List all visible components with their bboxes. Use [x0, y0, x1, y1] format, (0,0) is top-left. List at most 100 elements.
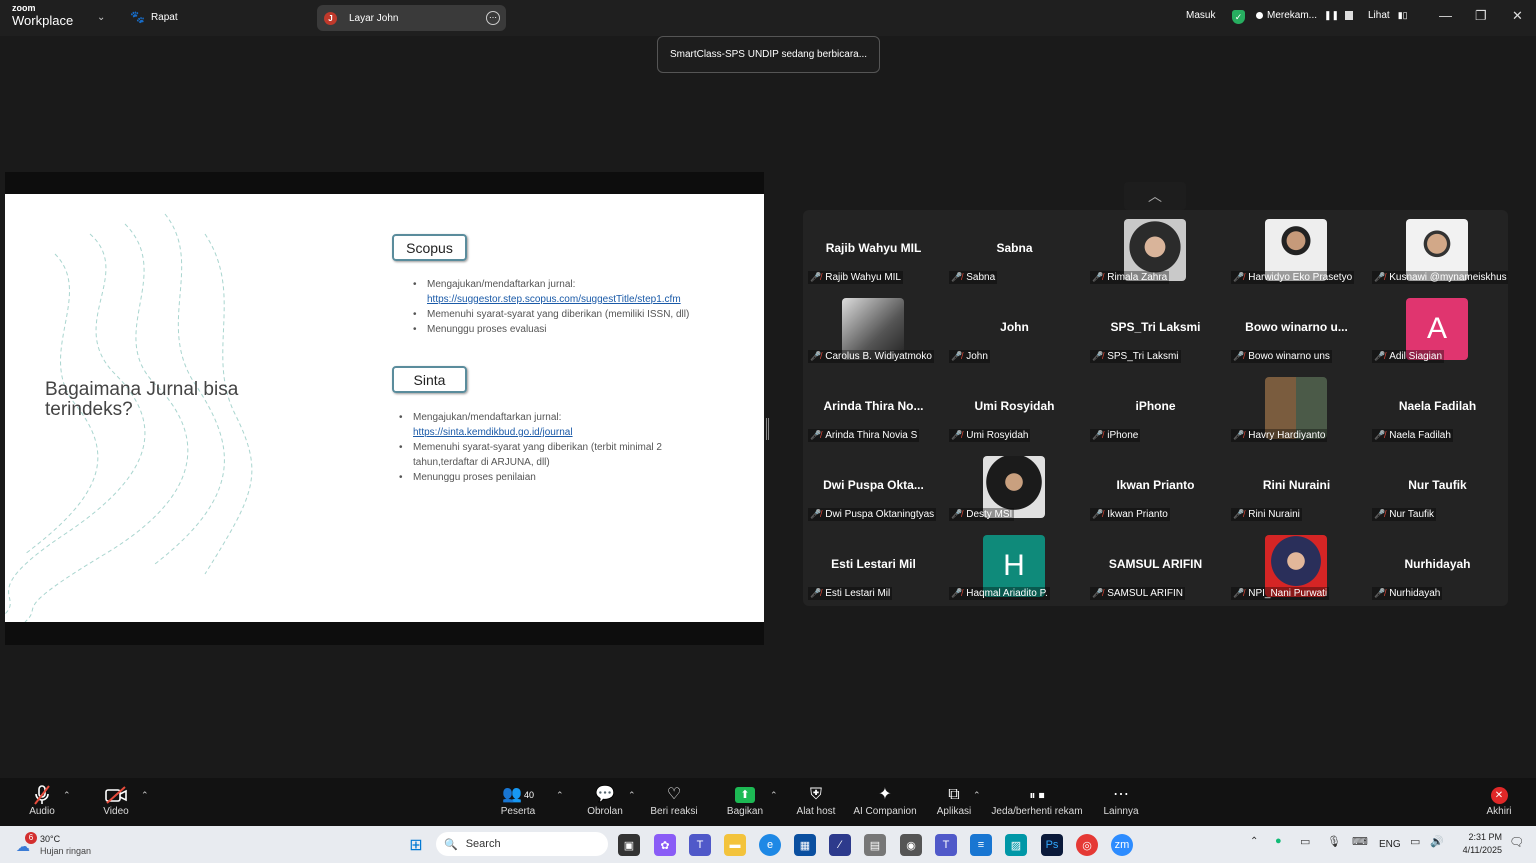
participants-caret-icon[interactable]: ⌃ — [556, 790, 564, 801]
participant-tile[interactable]: 🎤̸ Kusnawi @mynameiskhus — [1367, 210, 1508, 289]
close-icon[interactable]: ✕ — [1512, 8, 1523, 24]
participant-tile[interactable]: 🎤̸ Harwidyo Eko Prasetyo — [1226, 210, 1367, 289]
meeting-menu[interactable]: 🐾 Rapat — [130, 10, 178, 24]
participant-tile[interactable]: iPhone 🎤̸ iPhone — [1085, 368, 1226, 447]
signin-button[interactable]: Masuk — [1186, 10, 1215, 21]
host-tools-button[interactable]: ⛨ Alat host — [794, 784, 838, 817]
share-button[interactable]: ⬆ Bagikan — [726, 784, 764, 817]
pause-icon[interactable]: ❚❚ — [1324, 10, 1339, 21]
calculator-icon[interactable]: ▤ — [864, 834, 886, 856]
screen-share-pill[interactable]: J Layar John ⋯ — [317, 5, 506, 31]
participants-button[interactable]: 👥 40 Peserta — [500, 784, 536, 817]
mic-muted-icon: 🎤̸ — [951, 430, 963, 440]
tray-chevron-icon[interactable]: ⌃ — [1250, 836, 1258, 847]
apps-caret-icon[interactable]: ⌃ — [973, 790, 981, 801]
chat-button[interactable]: 💬 Obrolan — [586, 784, 624, 817]
more-icon[interactable]: ⋯ — [486, 11, 500, 25]
participant-tile[interactable]: Naela Fadilah 🎤̸ Naela Fadilah — [1367, 368, 1508, 447]
share-caret-icon[interactable]: ⌃ — [770, 790, 778, 801]
sinta-heading: Sinta — [392, 366, 467, 393]
end-meeting-button[interactable]: ✕ Akhiri — [1484, 784, 1514, 817]
teams-icon[interactable]: T — [689, 834, 711, 856]
participant-tile[interactable]: John 🎤̸ John — [944, 289, 1085, 368]
participant-tile[interactable]: Nur Taufik 🎤̸ Nur Taufik — [1367, 447, 1508, 526]
participant-tile[interactable]: H 🎤̸ Haqmal Ariadito P. — [944, 526, 1085, 605]
participant-tile[interactable]: Arinda Thira No... 🎤̸ Arinda Thira Novia S — [803, 368, 944, 447]
apps-button[interactable]: ⧉ Aplikasi — [934, 784, 974, 817]
participant-tile[interactable]: A 🎤̸ Adil Siagian — [1367, 289, 1508, 368]
pause-record-button[interactable]: ⏸ ⏹ Jeda/berhenti rekam — [991, 784, 1083, 817]
scroll-up-icon[interactable]: ︿ — [1124, 182, 1186, 210]
participant-name: Nur Taufik — [1389, 509, 1435, 520]
sinta-link[interactable]: https://sinta.kemdikbud.go.id/journal — [413, 427, 573, 438]
screen-share-label: Layar John — [349, 12, 399, 24]
mic-muted-icon: 🎤̸ — [810, 509, 822, 519]
participant-tile[interactable]: Sabna 🎤̸ Sabna — [944, 210, 1085, 289]
store-icon[interactable]: ▦ — [794, 834, 816, 856]
language-indicator[interactable]: ENG — [1379, 839, 1401, 850]
audio-button[interactable]: Audio — [27, 784, 57, 817]
participant-tile[interactable]: Nurhidayah 🎤̸ Nurhidayah — [1367, 526, 1508, 605]
tray-app-icon[interactable]: ● — [1275, 835, 1282, 847]
clock[interactable]: 2:31 PM 4/11/2025 — [1454, 831, 1502, 857]
tray-device-icon[interactable]: ▭ — [1300, 835, 1310, 848]
slide-title: Bagaimana Jurnal bisa terindeks? — [45, 379, 239, 420]
participant-tile[interactable]: SPS_Tri Laksmi 🎤̸ SPS_Tri Laksmi — [1085, 289, 1226, 368]
notepad-icon[interactable]: ≡ — [970, 834, 992, 856]
view-button[interactable]: Lihat ▮▯ — [1368, 10, 1408, 21]
chevron-down-icon[interactable]: ⌄ — [97, 12, 105, 23]
participant-display-name: Umi Rosyidah — [974, 399, 1055, 413]
ai-companion-button[interactable]: ✦ AI Companion — [853, 784, 917, 817]
participant-tile[interactable]: 🎤̸ Carolus B. Widiyatmoko — [803, 289, 944, 368]
participant-tile[interactable]: Rajib Wahyu MIL 🎤̸ Rajib Wahyu MIL — [803, 210, 944, 289]
volume-icon[interactable]: 🔊 — [1430, 835, 1444, 848]
react-button[interactable]: ♡ Beri reaksi — [650, 784, 698, 817]
video-options-caret-icon[interactable]: ⌃ — [141, 790, 149, 801]
more-button[interactable]: ⋯ Lainnya — [1100, 784, 1142, 817]
restore-icon[interactable]: ❐ — [1475, 8, 1487, 24]
participant-tile[interactable]: 🎤̸ Desty MSI — [944, 447, 1085, 526]
chat-caret-icon[interactable]: ⌃ — [628, 790, 636, 801]
audio-options-caret-icon[interactable]: ⌃ — [63, 790, 71, 801]
video-button[interactable]: Video — [100, 784, 132, 817]
minimize-icon[interactable]: — — [1439, 8, 1452, 23]
participant-tile[interactable]: 🎤̸ Havry Hardiyanto — [1226, 368, 1367, 447]
participant-tile[interactable]: 🎤̸ Rimala Zahra — [1085, 210, 1226, 289]
taskbar-search[interactable]: 🔍 Search — [436, 832, 608, 856]
weather-icon[interactable]: ☁ 6 — [16, 832, 37, 854]
zoom-app-icon[interactable]: zm — [1111, 834, 1133, 856]
participant-display-name: Dwi Puspa Okta... — [823, 478, 924, 492]
tray-mic-icon[interactable]: 🎙 — [1327, 835, 1341, 848]
edge-icon[interactable]: e — [759, 834, 781, 856]
participant-tile[interactable]: Ikwan Prianto 🎤̸ Ikwan Prianto — [1085, 447, 1226, 526]
photoshop-icon[interactable]: Ps — [1041, 834, 1063, 856]
participant-name: Adil Siagian — [1389, 351, 1443, 362]
participant-tile[interactable]: Dwi Puspa Okta... 🎤̸ Dwi Puspa Oktaningtya… — [803, 447, 944, 526]
participant-tile[interactable]: Esti Lestari Mil 🎤̸ Esti Lestari Mil — [803, 526, 944, 605]
task-view-icon[interactable]: ▣ — [618, 834, 640, 856]
copilot-icon[interactable]: ✿ — [654, 834, 676, 856]
chrome-icon[interactable]: ◎ — [1076, 834, 1098, 856]
participant-tile[interactable]: SAMSUL ARIFIN 🎤̸ SAMSUL ARIFIN — [1085, 526, 1226, 605]
scopus-link[interactable]: https://suggestor.step.scopus.com/sugges… — [427, 294, 681, 305]
network-icon[interactable]: ▭ — [1410, 835, 1420, 848]
tray-keyboard-icon[interactable]: ⌨ — [1352, 835, 1368, 848]
participant-tile[interactable]: Umi Rosyidah 🎤̸ Umi Rosyidah — [944, 368, 1085, 447]
teams-work-icon[interactable]: T — [935, 834, 957, 856]
camera-icon[interactable]: ◉ — [900, 834, 922, 856]
encryption-shield-icon[interactable]: ✓ — [1232, 10, 1245, 24]
weather-widget[interactable]: 30°C Hujan ringan — [40, 833, 91, 857]
notification-icon[interactable]: 🗨 — [1509, 835, 1524, 849]
whiteboard-icon[interactable]: ⁄ — [829, 834, 851, 856]
recording-indicator[interactable]: Merekam... ❚❚ — [1256, 10, 1354, 21]
participant-tile[interactable]: Rini Nuraini 🎤̸ Rini Nuraini — [1226, 447, 1367, 526]
photos-icon[interactable]: ▨ — [1005, 834, 1027, 856]
file-explorer-icon[interactable]: ▬ — [724, 834, 746, 856]
windows-start-icon[interactable]: ⊞ — [405, 834, 427, 856]
participant-tile[interactable]: 🎤̸ NPI_Nani Purwati — [1226, 526, 1367, 605]
participant-display-name: Arinda Thira No... — [823, 399, 924, 413]
participant-display-name: Esti Lestari Mil — [831, 557, 916, 571]
resize-handle[interactable] — [766, 418, 769, 440]
participant-tile[interactable]: Bowo winarno u... 🎤̸ Bowo winarno uns — [1226, 289, 1367, 368]
stop-icon[interactable] — [1345, 11, 1354, 20]
